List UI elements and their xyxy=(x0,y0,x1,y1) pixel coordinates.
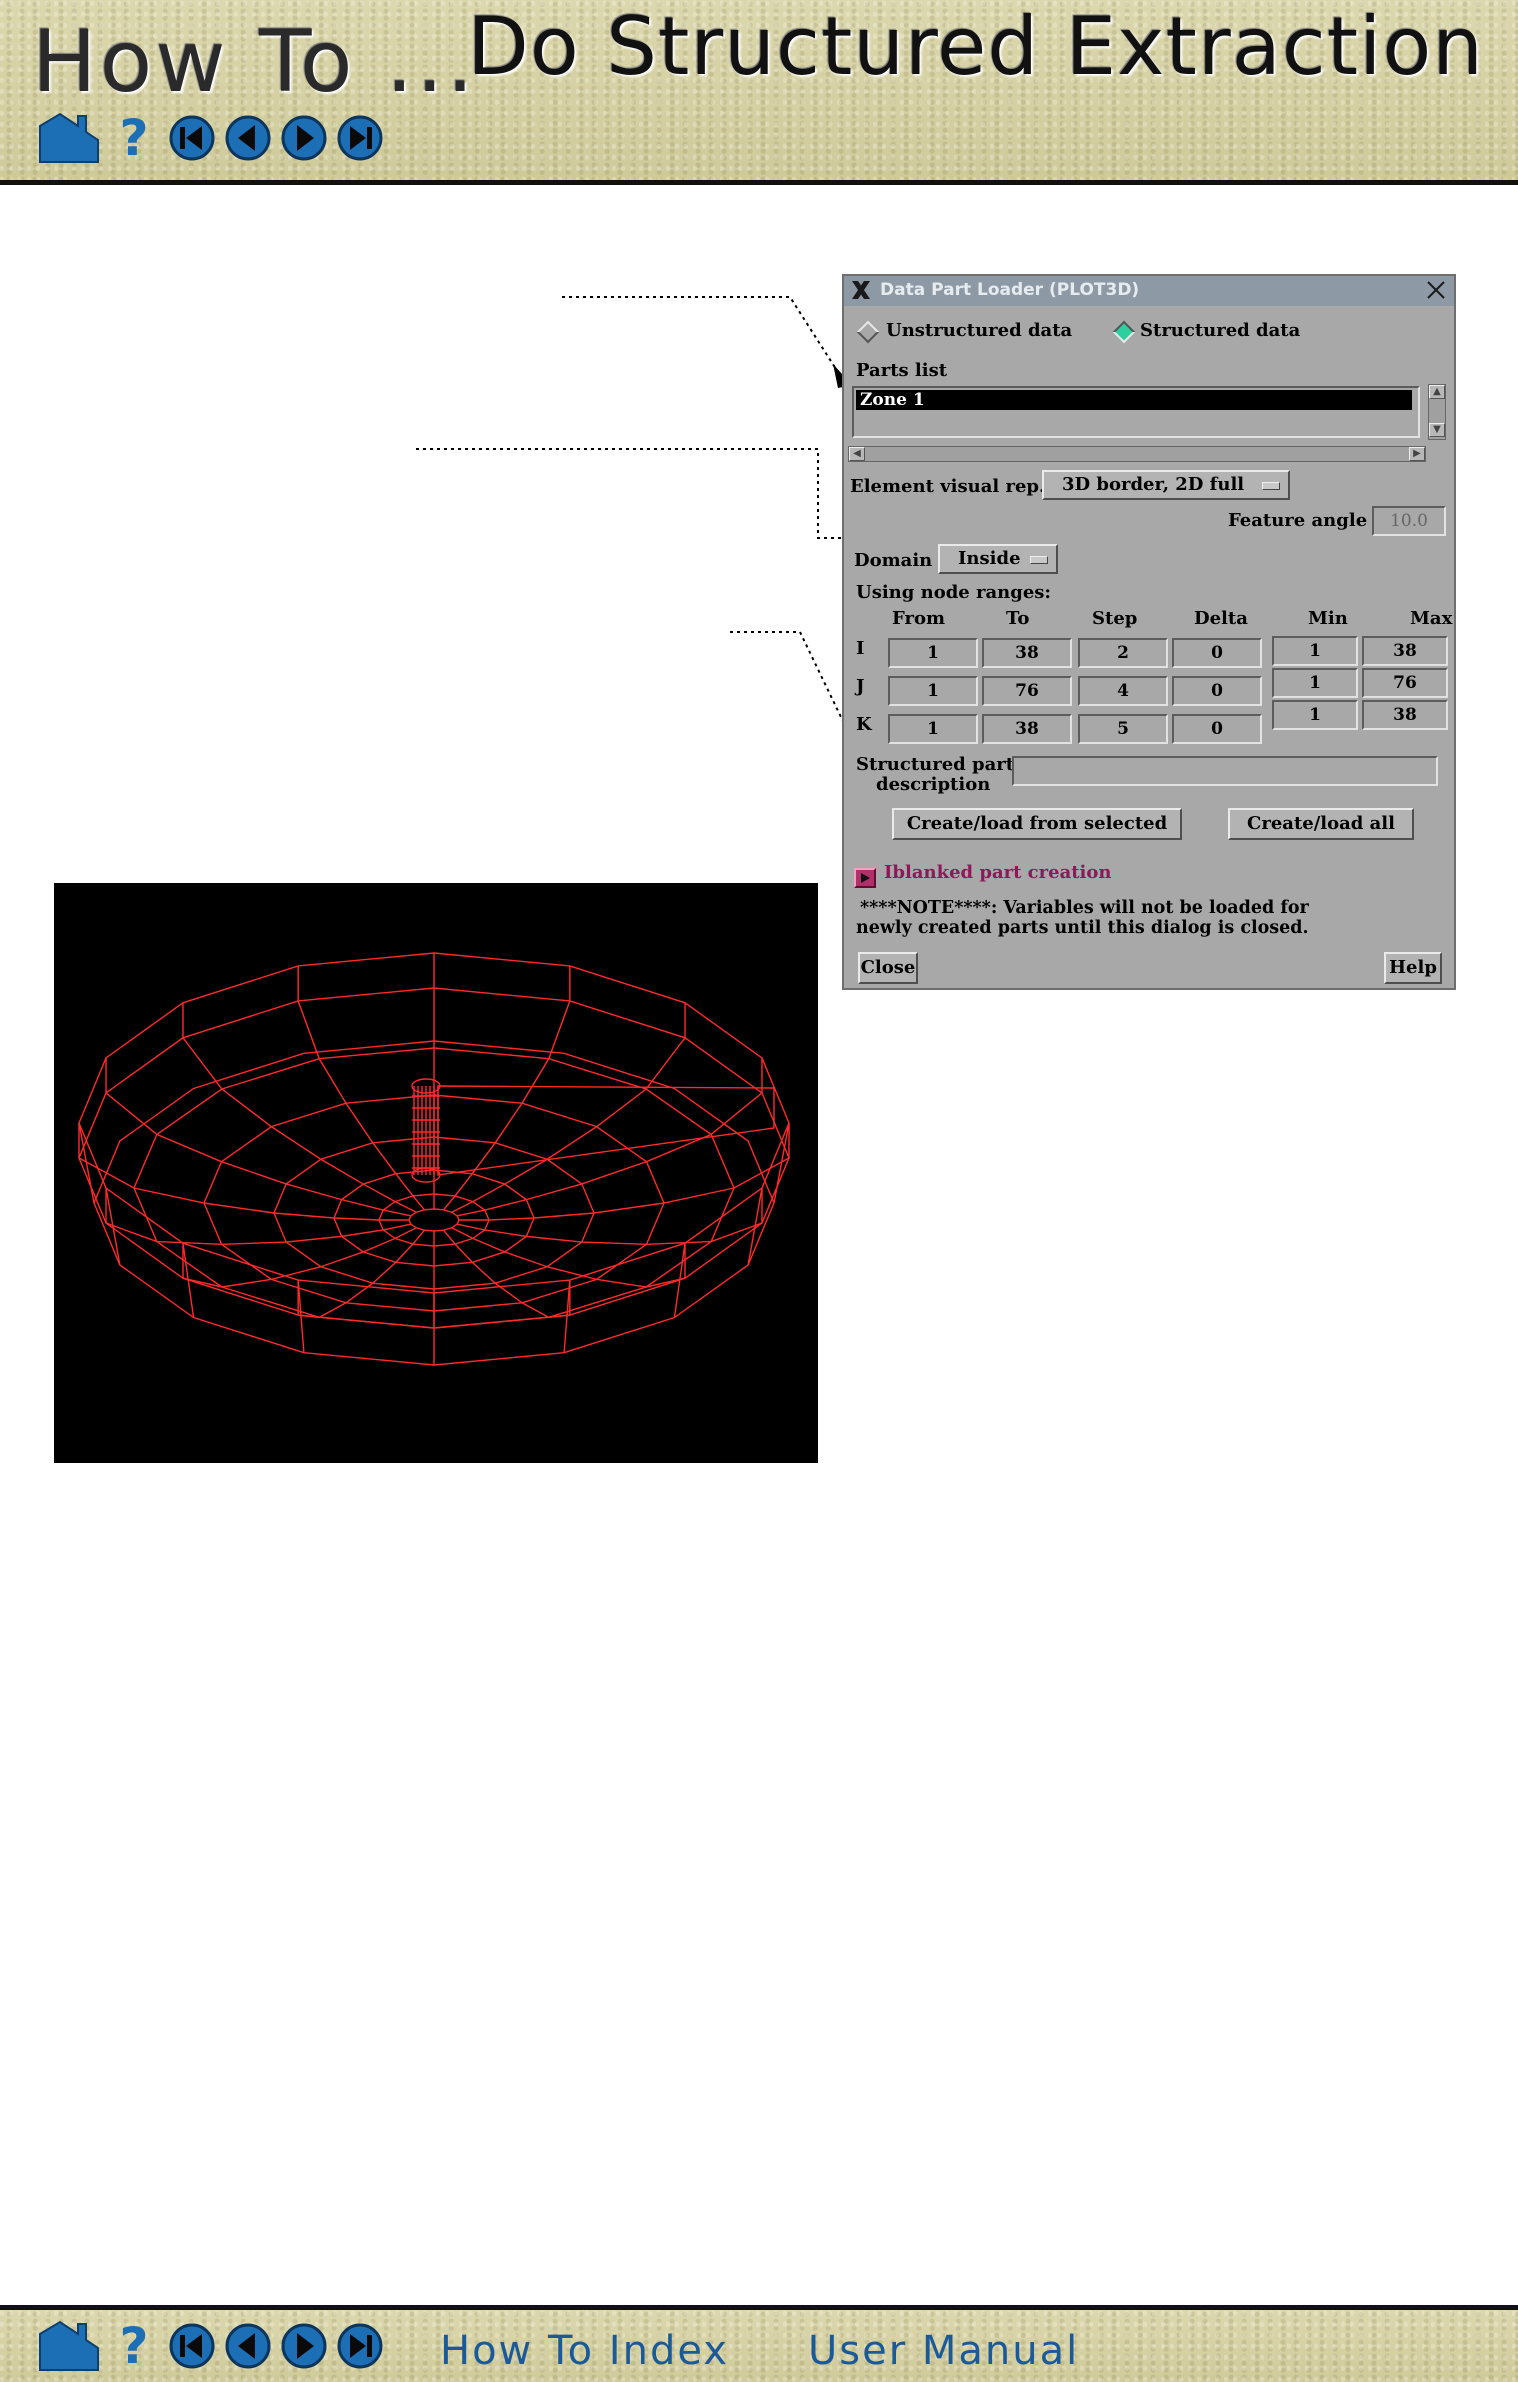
home-icon[interactable] xyxy=(38,2320,100,2372)
user-manual-link[interactable]: User Manual xyxy=(808,2328,1079,2374)
element-visual-rep-label: Element visual rep. xyxy=(850,476,1046,497)
parts-list-label: Parts list xyxy=(856,360,948,381)
i-max-value: 38 xyxy=(1362,636,1448,666)
structured-radio[interactable] xyxy=(1112,320,1136,344)
scroll-up-icon[interactable]: ▲ xyxy=(1429,385,1445,399)
help-icon[interactable]: ? xyxy=(114,2317,154,2375)
dialog-title: Data Part Loader (PLOT3D) xyxy=(880,280,1140,300)
k-step-field[interactable]: 5 xyxy=(1078,714,1168,744)
feature-angle-label: Feature angle xyxy=(1228,510,1368,531)
last-page-icon[interactable] xyxy=(336,114,384,162)
i-step-field[interactable]: 2 xyxy=(1078,638,1168,668)
previous-page-icon[interactable] xyxy=(224,114,272,162)
j-to-field[interactable]: 76 xyxy=(982,676,1072,706)
scroll-left-icon[interactable]: ◀ xyxy=(849,447,865,461)
x-window-logo-icon xyxy=(852,281,870,299)
header-banner: How To ... Do Structured Extraction ? xyxy=(0,0,1518,185)
create-load-all-button[interactable]: Create/load all xyxy=(1228,808,1414,840)
previous-page-icon[interactable] xyxy=(224,2322,272,2370)
domain-label: Domain xyxy=(854,550,933,571)
close-button[interactable]: Close xyxy=(858,952,918,984)
feature-angle-field[interactable]: 10.0 xyxy=(1372,506,1446,536)
k-max-value: 38 xyxy=(1362,700,1448,730)
k-from-field[interactable]: 1 xyxy=(888,714,978,744)
column-header-step: Step xyxy=(1092,608,1138,629)
note-line-1: ****NOTE****: Variables will not be load… xyxy=(860,898,1309,918)
k-delta-field[interactable]: 0 xyxy=(1172,714,1262,744)
scroll-right-icon[interactable]: ▶ xyxy=(1409,447,1425,461)
i-from-field[interactable]: 1 xyxy=(888,638,978,668)
note-line-2: newly created parts until this dialog is… xyxy=(856,918,1309,938)
element-visual-rep-value: 3D border, 2D full xyxy=(1062,474,1245,495)
expand-arrow-icon[interactable] xyxy=(854,868,876,888)
footer-banner: ? How To Index User Manual xyxy=(0,2305,1518,2382)
column-header-from: From xyxy=(892,608,945,629)
parts-list-vertical-scrollbar[interactable]: ▲ ▼ xyxy=(1428,384,1446,440)
element-visual-rep-menu[interactable]: 3D border, 2D full xyxy=(1042,470,1290,500)
wireframe-disk-image xyxy=(54,883,818,1463)
list-item[interactable]: Zone 1 xyxy=(856,390,1412,410)
k-to-field[interactable]: 38 xyxy=(982,714,1072,744)
first-page-icon[interactable] xyxy=(168,2322,216,2370)
column-header-max: Max xyxy=(1410,608,1453,629)
nav-bar: ? xyxy=(38,109,384,167)
last-page-icon[interactable] xyxy=(336,2322,384,2370)
axis-label-k: K xyxy=(856,714,872,735)
scroll-down-icon[interactable]: ▼ xyxy=(1429,423,1445,437)
column-header-min: Min xyxy=(1308,608,1348,629)
howto-title: How To ... xyxy=(32,12,477,112)
dialog-titlebar[interactable]: Data Part Loader (PLOT3D) xyxy=(844,276,1454,306)
help-icon[interactable]: ? xyxy=(114,109,154,167)
next-page-icon[interactable] xyxy=(280,114,328,162)
column-header-to: To xyxy=(1006,608,1030,629)
iblanked-part-creation-toggle[interactable]: Iblanked part creation xyxy=(884,862,1112,883)
unstructured-radio-label[interactable]: Unstructured data xyxy=(886,320,1072,341)
parts-list[interactable]: Zone 1 xyxy=(852,386,1420,438)
j-from-field[interactable]: 1 xyxy=(888,676,978,706)
option-menu-indicator-icon xyxy=(1030,556,1048,564)
create-load-selected-button[interactable]: Create/load from selected xyxy=(892,808,1182,840)
option-menu-indicator-icon xyxy=(1262,482,1280,490)
j-step-field[interactable]: 4 xyxy=(1078,676,1168,706)
parts-list-horizontal-scrollbar[interactable]: ◀ ▶ xyxy=(848,446,1426,462)
column-header-delta: Delta xyxy=(1194,608,1248,629)
axis-label-j: J xyxy=(856,676,865,697)
page-title: Do Structured Extraction xyxy=(467,0,1484,93)
data-part-loader-dialog: Data Part Loader (PLOT3D) Unstructured d… xyxy=(842,274,1456,990)
axis-label-i: I xyxy=(856,638,865,659)
j-max-value: 76 xyxy=(1362,668,1448,698)
help-button[interactable]: Help xyxy=(1384,952,1442,984)
node-ranges-label: Using node ranges: xyxy=(856,582,1052,603)
domain-menu[interactable]: Inside xyxy=(938,544,1058,574)
description-label-line-2: description xyxy=(876,774,991,795)
howto-index-link[interactable]: How To Index xyxy=(440,2328,729,2374)
first-page-icon[interactable] xyxy=(168,114,216,162)
j-min-value: 1 xyxy=(1272,668,1358,698)
home-icon[interactable] xyxy=(38,112,100,164)
unstructured-radio[interactable] xyxy=(856,320,880,344)
i-to-field[interactable]: 38 xyxy=(982,638,1072,668)
structured-radio-label[interactable]: Structured data xyxy=(1140,320,1300,341)
i-delta-field[interactable]: 0 xyxy=(1172,638,1262,668)
next-page-icon[interactable] xyxy=(280,2322,328,2370)
close-icon[interactable] xyxy=(1424,278,1448,302)
structured-part-description-field[interactable] xyxy=(1012,756,1438,786)
j-delta-field[interactable]: 0 xyxy=(1172,676,1262,706)
domain-value: Inside xyxy=(958,548,1021,569)
description-label-line-1: Structured part xyxy=(856,754,1015,775)
footer-nav-bar: ? xyxy=(38,2317,384,2375)
i-min-value: 1 xyxy=(1272,636,1358,666)
k-min-value: 1 xyxy=(1272,700,1358,730)
